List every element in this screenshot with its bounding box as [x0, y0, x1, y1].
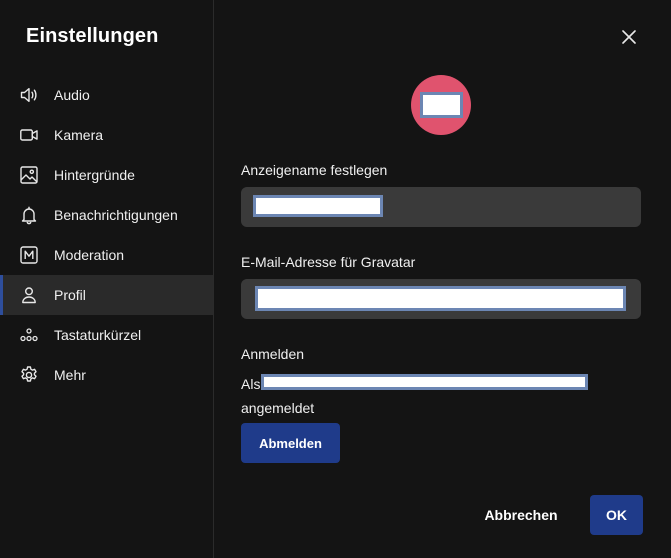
sidebar-item-label: Mehr [54, 367, 86, 383]
display-name-value-redacted [253, 195, 383, 217]
user-icon [19, 285, 39, 305]
close-button[interactable] [617, 25, 641, 49]
sidebar-item-label: Profil [54, 287, 86, 303]
camera-icon [19, 125, 39, 145]
speaker-icon [19, 85, 39, 105]
account-redacted [261, 374, 588, 390]
sidebar-item-label: Hintergründe [54, 167, 135, 183]
signed-in-prefix: Als [241, 376, 261, 392]
sidebar-item-label: Benachrichtigungen [54, 207, 178, 223]
logout-button[interactable]: Abmelden [241, 423, 340, 463]
bell-icon [19, 205, 39, 225]
sidebar-item-label: Audio [54, 87, 90, 103]
sidebar-item-label: Tastaturkürzel [54, 327, 142, 343]
sidebar-item-tastaturkuerzel[interactable]: Tastaturkürzel [0, 315, 213, 355]
sidebar-item-benachrichtigungen[interactable]: Benachrichtigungen [0, 195, 213, 235]
settings-nav: Audio Kamera Hintergründe Benachrichtigu… [0, 75, 213, 395]
sidebar-item-mehr[interactable]: Mehr [0, 355, 213, 395]
image-icon [19, 165, 39, 185]
email-input[interactable] [241, 279, 641, 319]
dialog-title: Einstellungen [26, 25, 159, 47]
settings-sidebar: Einstellungen Audio Kamera Hintergründe … [0, 0, 214, 558]
display-name-input[interactable] [241, 187, 641, 227]
signed-in-suffix: angemeldet [241, 400, 315, 416]
avatar-initials-redacted [420, 92, 463, 118]
sidebar-item-moderation[interactable]: Moderation [0, 235, 213, 275]
sidebar-item-audio[interactable]: Audio [0, 75, 213, 115]
email-value-redacted [255, 286, 626, 311]
gear-icon [19, 365, 39, 385]
settings-dialog: Einstellungen Audio Kamera Hintergründe … [0, 0, 671, 558]
login-heading: Anmelden [241, 346, 305, 362]
ok-button[interactable]: OK [590, 495, 643, 535]
sidebar-item-label: Kamera [54, 127, 104, 143]
sidebar-item-label: Moderation [54, 247, 125, 263]
sidebar-item-hintergruende[interactable]: Hintergründe [0, 155, 213, 195]
close-icon [620, 28, 638, 46]
email-label: E-Mail-Adresse für Gravatar [241, 254, 416, 270]
moderation-icon [19, 245, 39, 265]
cancel-button[interactable]: Abbrechen [478, 495, 564, 535]
avatar [411, 75, 471, 135]
display-name-label: Anzeigename festlegen [241, 162, 388, 178]
sidebar-item-kamera[interactable]: Kamera [0, 115, 213, 155]
sidebar-item-profil[interactable]: Profil [0, 275, 213, 315]
keyboard-shortcuts-icon [19, 325, 39, 345]
